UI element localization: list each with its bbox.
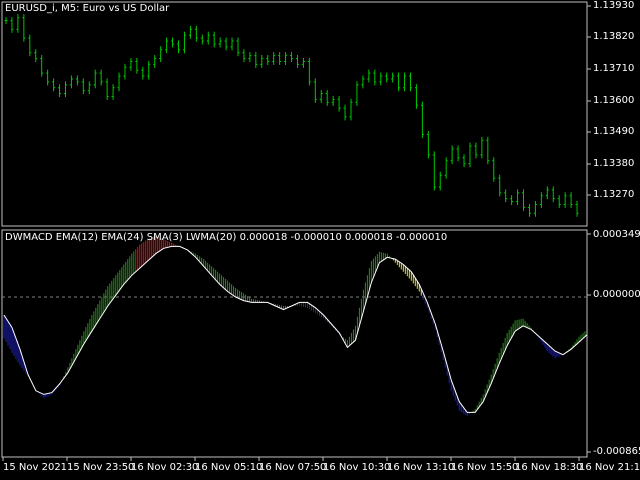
price-tick: 1.13380	[593, 158, 635, 169]
indicator-tick: 0.000349	[593, 229, 640, 240]
price-tick: 1.13270	[593, 189, 635, 200]
time-tick: 16 Nov 18:30	[515, 462, 583, 473]
price-tick: 1.13600	[593, 95, 635, 106]
time-tick: 16 Nov 02:30	[131, 462, 199, 473]
indicator-pane-frame	[1, 229, 588, 458]
price-tick: 1.13490	[593, 126, 635, 137]
time-tick: 16 Nov 15:50	[451, 462, 519, 473]
time-tick: 15 Nov 2021	[3, 462, 68, 473]
time-tick: 16 Nov 05:10	[195, 462, 263, 473]
indicator-tick: 0.000000	[593, 289, 640, 300]
chart-window[interactable]: EURUSD_i, M5: Euro vs US Dollar DWMACD E…	[0, 0, 640, 480]
time-tick: 16 Nov 21:10	[579, 462, 640, 473]
time-tick: 16 Nov 13:10	[387, 462, 455, 473]
main-pane-title: EURUSD_i, M5: Euro vs US Dollar	[5, 3, 170, 14]
time-tick: 15 Nov 23:50	[67, 462, 135, 473]
price-tick: 1.13710	[593, 63, 635, 74]
price-tick: 1.13930	[593, 0, 635, 11]
time-tick: 16 Nov 10:30	[323, 462, 391, 473]
indicator-pane-title: DWMACD EMA(12) EMA(24) SMA(3) LWMA(20) 0…	[5, 232, 448, 243]
indicator-tick: -0.000865	[593, 446, 640, 457]
price-tick: 1.13820	[593, 31, 635, 42]
time-tick: 16 Nov 07:50	[259, 462, 327, 473]
